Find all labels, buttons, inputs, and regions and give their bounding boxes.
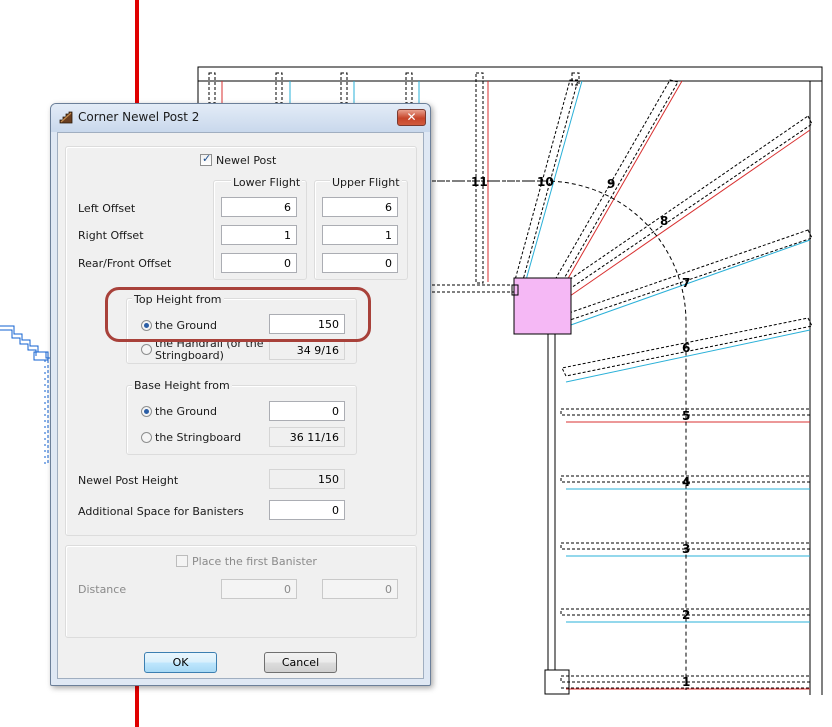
stair-app-icon (59, 111, 73, 124)
step-number-5: 5 (682, 409, 690, 423)
step-number-8: 8 (660, 214, 668, 228)
rear-front-offset-lower-input[interactable]: 0 (221, 253, 297, 273)
newel-post-height-value: 150 (269, 469, 345, 489)
additional-space-label: Additional Space for Banisters (78, 505, 244, 518)
place-first-banister-label: Place the first Banister (192, 555, 317, 568)
dialog-title: Corner Newel Post 2 (78, 110, 200, 124)
close-icon: ✕ (406, 110, 417, 124)
corner-newel-post[interactable] (513, 277, 572, 335)
winder-treads (432, 79, 813, 377)
place-first-banister-checkbox[interactable] (176, 555, 188, 567)
distance-lower-input[interactable]: 0 (221, 579, 297, 599)
distance-upper-input[interactable]: 0 (322, 579, 398, 599)
right-offset-lower-input[interactable]: 1 (221, 225, 297, 245)
right-offset-upper-input[interactable]: 1 (322, 225, 398, 245)
cancel-button[interactable]: Cancel (264, 652, 337, 673)
step-number-9: 9 (607, 177, 615, 191)
rear-front-offset-upper-input[interactable]: 0 (322, 253, 398, 273)
additional-space-input[interactable]: 0 (269, 500, 345, 520)
base-height-title: Base Height from (132, 379, 232, 392)
step-number-1: 1 (682, 675, 690, 689)
top-height-handrail-value: 34 9/16 (269, 340, 345, 360)
step-number-7: 7 (682, 276, 690, 290)
right-offset-label: Right Offset (78, 229, 144, 242)
step-number-11: 11 (471, 175, 488, 189)
base-height-stringboard-radio[interactable] (141, 432, 152, 443)
walk-line (432, 180, 687, 690)
blue-stair-profile (0, 325, 54, 465)
checkmark-icon: ✓ (202, 152, 212, 165)
ok-button[interactable]: OK (144, 652, 217, 673)
base-height-stringboard-value: 36 11/16 (269, 427, 345, 447)
upper-flight-header: Upper Flight (330, 176, 402, 189)
left-offset-label: Left Offset (78, 202, 136, 215)
winder-color-lines (525, 80, 811, 383)
base-height-ground-label: the Ground (155, 405, 218, 418)
rear-front-offset-label: Rear/Front Offset (78, 257, 172, 270)
left-offset-upper-input[interactable]: 6 (322, 197, 398, 217)
left-offset-lower-input[interactable]: 6 (221, 197, 297, 217)
close-button[interactable]: ✕ (397, 109, 426, 126)
handrail-label-line2: Stringboard) (155, 349, 224, 362)
step-number-6: 6 (682, 341, 690, 355)
base-height-stringboard-label: the Stringboard (155, 431, 242, 444)
dialog-titlebar[interactable]: Corner Newel Post 2 ✕ (51, 104, 430, 132)
base-height-ground-input[interactable]: 0 (269, 401, 345, 421)
newel-post-height-label: Newel Post Height (78, 474, 179, 487)
newel-post-checkbox[interactable]: ✓ (200, 152, 212, 166)
step-number-10: 10 (537, 175, 554, 189)
distance-label: Distance (78, 583, 127, 596)
step-number-4: 4 (682, 475, 690, 489)
newel-post-label: Newel Post (216, 154, 277, 167)
step-number-2: 2 (682, 608, 690, 622)
step-number-3: 3 (682, 542, 690, 556)
top-height-handrail-radio[interactable] (141, 344, 152, 355)
highlight-annotation (105, 287, 371, 342)
lower-flight-header: Lower Flight (231, 176, 303, 189)
left-stringer (544, 334, 570, 695)
base-height-ground-radio[interactable] (141, 406, 152, 417)
